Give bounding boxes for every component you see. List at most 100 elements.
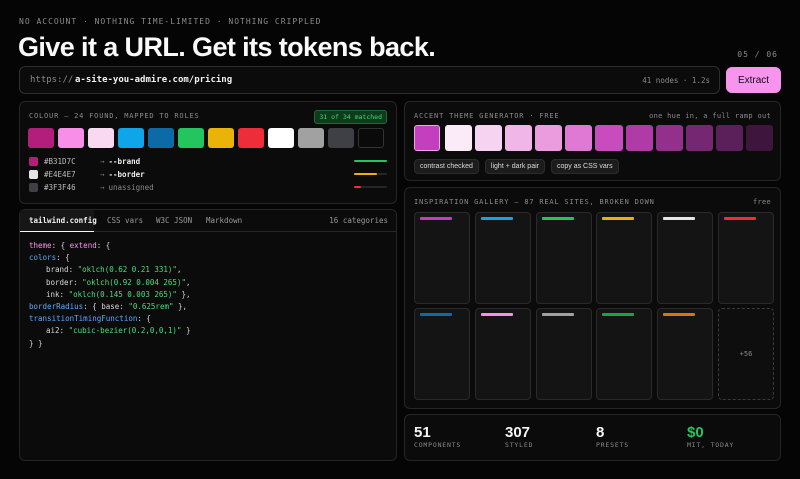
gallery-card[interactable] (535, 212, 592, 304)
accent-panel: ACCENT THEME GENERATOR · FREE one hue in… (404, 101, 781, 181)
gallery-card[interactable] (657, 212, 714, 304)
role-row[interactable]: #E4E4E7 → --border (29, 168, 389, 181)
stat-cost: $0 MIT, TODAY (687, 424, 734, 449)
ramp-swatch[interactable] (685, 125, 713, 151)
gallery-card[interactable] (657, 308, 714, 400)
stat-label: MIT, TODAY (687, 441, 735, 449)
card-accent-bar (541, 313, 574, 316)
ramp-swatch[interactable] (595, 125, 623, 151)
role-swatch (29, 157, 38, 166)
colour-swatch[interactable] (58, 128, 84, 148)
match-badge: 31 of 34 matched (314, 110, 387, 124)
match-bar (354, 186, 387, 188)
gallery-label: INSPIRATION GALLERY — 87 REAL SITES, BRO… (414, 198, 655, 206)
stat-label: STYLED (505, 441, 534, 449)
tab-tailwind-config[interactable]: tailwind.config (29, 216, 97, 225)
gallery-meta: free (752, 198, 771, 206)
colour-swatch[interactable] (28, 128, 54, 148)
stat-value: 51 (414, 424, 431, 441)
colour-swatch[interactable] (298, 128, 324, 148)
colour-panel: COLOUR — 24 FOUND, MAPPED TO ROLES 31 of… (19, 101, 397, 204)
colour-swatch[interactable] (328, 128, 354, 148)
ramp-swatch[interactable] (475, 125, 503, 151)
card-accent-bar (663, 313, 696, 316)
gallery-panel: INSPIRATION GALLERY — 87 REAL SITES, BRO… (404, 187, 781, 409)
url-input[interactable]: a-site-you-admire.com/pricing (75, 75, 232, 85)
ramp-swatch[interactable] (655, 125, 683, 151)
ramp-swatch[interactable] (505, 125, 533, 151)
colour-swatch[interactable] (208, 128, 234, 148)
accent-panel-label: ACCENT THEME GENERATOR · FREE (414, 112, 560, 120)
stat-components: 51 COMPONENTS (414, 424, 461, 449)
tab-css-vars[interactable]: CSS vars (107, 216, 143, 225)
base-hue-swatch[interactable] (414, 125, 440, 151)
ramp-swatch[interactable] (745, 125, 774, 151)
gallery-grid: +56 (414, 212, 774, 402)
copy-css-vars-chip[interactable]: copy as CSS vars (550, 159, 619, 174)
role-hex: #E4E4E7 (44, 170, 76, 179)
gallery-card[interactable] (474, 212, 531, 304)
role-row[interactable]: #B31D7C → --brand (29, 155, 389, 168)
code-line: colors: { (29, 253, 70, 263)
ramp-swatch[interactable] (445, 125, 473, 151)
ramp-swatch[interactable] (625, 125, 653, 151)
url-meta: 41 nodes · 1.2s (642, 76, 710, 85)
role-row[interactable]: #3F3F46 → unassigned (29, 181, 389, 194)
stat-styled: 307 STYLED (505, 424, 533, 449)
ramp-swatch[interactable] (535, 125, 563, 151)
role-name: unassigned (108, 183, 154, 192)
contrast-checked-chip[interactable]: contrast checked (414, 159, 479, 174)
role-name: --border (108, 170, 145, 179)
code-line: } } (29, 338, 43, 348)
colour-swatch[interactable] (358, 128, 384, 148)
gallery-card[interactable] (414, 212, 470, 304)
card-accent-bar (420, 313, 452, 316)
colour-swatch[interactable] (118, 128, 144, 148)
card-accent-bar (420, 217, 452, 220)
card-accent-bar (480, 217, 513, 220)
card-accent-bar (602, 313, 635, 316)
match-bar (354, 173, 387, 175)
colour-swatch[interactable] (268, 128, 294, 148)
match-bar (354, 160, 387, 162)
role-swatch (29, 170, 38, 179)
stat-value: $0 (687, 424, 704, 441)
colour-swatch[interactable] (238, 128, 264, 148)
gallery-card[interactable] (535, 308, 592, 400)
code-line: transitionTimingFunction: { (29, 314, 151, 324)
gallery-more-card[interactable]: +56 (718, 308, 774, 400)
tab-markdown[interactable]: Markdown (206, 216, 242, 225)
extract-button[interactable]: Extract (726, 67, 781, 93)
page-title: Give it a URL. Get its tokens back. (18, 32, 436, 62)
code-line: theme: { extend: { (29, 241, 111, 250)
accent-panel-meta: one hue in, a full ramp out (649, 112, 771, 120)
tagline: NO ACCOUNT · NOTHING TIME-LIMITED · NOTH… (19, 17, 322, 26)
stat-label: PRESETS (596, 441, 629, 449)
colour-swatch[interactable] (148, 128, 174, 148)
stat-value: 8 (596, 424, 605, 441)
stat-label: COMPONENTS (414, 441, 462, 449)
colour-swatch[interactable] (88, 128, 114, 148)
card-accent-bar (663, 217, 696, 220)
url-bar[interactable]: https:// a-site-you-admire.com/pricing 4… (19, 66, 720, 94)
card-accent-bar (724, 217, 756, 220)
code-line: brand: "oklch(0.62 0.21 331)", (46, 265, 182, 275)
card-accent-bar (480, 313, 513, 316)
light-dark-pair-chip[interactable]: light + dark pair (484, 159, 545, 174)
swatch-row (28, 128, 390, 148)
code-line: borderRadius: { base: "0.625rem" }, (29, 302, 188, 312)
gallery-card[interactable] (414, 308, 470, 400)
tab-w3c-json[interactable]: W3C JSON (156, 216, 192, 225)
ramp-swatch[interactable] (565, 125, 593, 151)
ramp-swatch[interactable] (715, 125, 743, 151)
colour-panel-label: COLOUR — 24 FOUND, MAPPED TO ROLES (29, 112, 200, 120)
colour-swatch[interactable] (178, 128, 204, 148)
gallery-card[interactable] (596, 308, 653, 400)
gallery-card[interactable] (596, 212, 653, 304)
code-panel: tailwind.config CSS vars W3C JSON Markdo… (19, 209, 397, 461)
gallery-card[interactable] (474, 308, 531, 400)
step-indicator: 05 / 06 (737, 50, 778, 59)
code-line: ai2: "cubic-bezier(0.2,0,0,1)" } (46, 326, 191, 336)
code-tabs: tailwind.config CSS vars W3C JSON Markdo… (20, 210, 396, 232)
gallery-card[interactable] (718, 212, 774, 304)
